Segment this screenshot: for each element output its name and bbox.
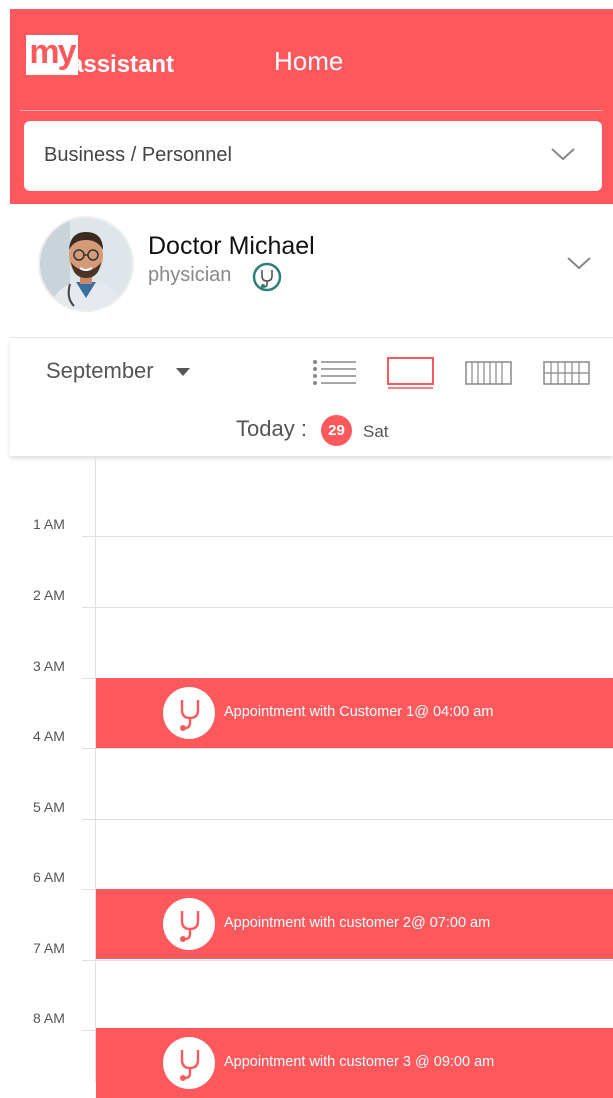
week-view-icon[interactable] [464,356,514,390]
today-weekday: Sat [363,422,389,441]
profile-role: physician [148,264,232,286]
hour-label: 1 AM [33,516,65,532]
account-type-dropdown[interactable]: Business / Personnel [24,121,602,191]
hour-label: 8 AM [33,1010,65,1026]
hour-divider [82,536,613,537]
day-view-icon[interactable] [386,356,436,390]
appointment-title: Appointment with customer 3 @ 09:00 am [224,1054,495,1070]
hour-label: 4 AM [33,728,65,744]
hour-divider [82,748,613,749]
hour-label: 2 AM [33,587,65,603]
caret-down-icon[interactable] [176,368,190,376]
hour-divider [82,819,613,820]
profile-section[interactable]: Doctor Michael physician [0,204,613,336]
today-label: Today : [236,416,307,441]
hour-divider [82,960,613,961]
timeline-divider [95,458,96,1082]
appointment-card[interactable]: Appointment with Customer 1@ 04:00 am [96,678,613,748]
today-date-badge[interactable]: 29 [321,415,352,446]
app-logo: my assistant [26,35,216,78]
hour-row: 2 AM [0,587,613,608]
hour-row: 4 AM [0,728,613,749]
profile-name: Doctor Michael [148,232,315,260]
dropdown-selected-value: Business / Personnel [44,144,232,166]
chevron-down-icon [551,148,575,161]
month-selector[interactable]: September [46,358,154,384]
stethoscope-icon [163,898,215,950]
logo-assistant-text: assistant [70,51,175,78]
header-divider [20,110,603,111]
appointment-title: Appointment with Customer 1@ 04:00 am [224,704,494,720]
appointment-card[interactable]: Appointment with customer 2@ 07:00 am [96,889,613,959]
stethoscope-badge-icon [252,262,282,292]
hour-label: 6 AM [33,869,65,885]
stethoscope-icon [163,1037,215,1089]
hour-label: 7 AM [33,940,65,956]
hour-label: 5 AM [33,799,65,815]
day-timeline[interactable]: 1 AM 2 AM 3 AM 4 AM 5 AM 6 AM 7 AM 8 AM [0,458,613,1098]
hour-row: 1 AM [0,516,613,537]
month-view-icon[interactable] [542,356,592,390]
app-header: my assistant Home Business / Personnel [10,9,613,204]
avatar [40,218,132,310]
appointment-title: Appointment with customer 2@ 07:00 am [224,915,491,931]
stethoscope-icon [163,687,215,739]
list-view-icon[interactable] [310,356,358,390]
hour-row: 5 AM [0,799,613,820]
chevron-down-icon [567,257,591,270]
hour-label: 3 AM [33,658,65,674]
calendar-toolbar: September Today : 29 Sat [10,337,613,456]
page-title: Home [274,46,344,76]
hour-divider [82,607,613,608]
hour-row: 7 AM [0,940,613,961]
appointment-card[interactable]: Appointment with customer 3 @ 09:00 am [96,1028,613,1098]
